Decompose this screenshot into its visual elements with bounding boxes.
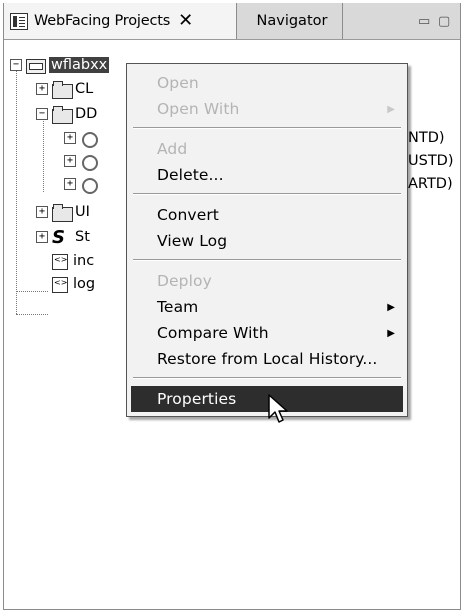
tree-node-label: UI xyxy=(75,204,90,220)
file-icon xyxy=(50,253,70,270)
view-tab-bar: WebFacing Projects ✕ Navigator ▭ ▢ xyxy=(4,3,460,40)
menu-item-label: Open With xyxy=(157,100,240,118)
expand-icon[interactable]: + xyxy=(64,132,76,144)
tree-node-suffix: NTD) xyxy=(408,130,445,146)
tree-line xyxy=(16,66,17,314)
menu-item-restore-from-local-history[interactable]: Restore from Local History... xyxy=(127,346,407,372)
expand-icon[interactable]: + xyxy=(36,231,48,243)
tab-webfacing-projects[interactable]: WebFacing Projects ✕ xyxy=(4,3,237,39)
menu-item-label: Convert xyxy=(157,206,219,224)
menu-item-open-with[interactable]: Open With ▶ xyxy=(127,96,407,122)
submenu-arrow-icon: ▶ xyxy=(387,103,395,115)
tree-node-label: log xyxy=(73,276,96,292)
menu-item-view-log[interactable]: View Log xyxy=(127,228,407,254)
menu-item-label: Properties xyxy=(157,390,237,408)
tree-node-root[interactable]: − wflabxx xyxy=(10,54,110,76)
tree-node-label: DD xyxy=(75,106,98,122)
menu-item-team[interactable]: Team ▶ xyxy=(127,294,407,320)
tree-node-dds-3[interactable]: + xyxy=(64,173,103,195)
tree-node-dds-2[interactable]: + xyxy=(64,150,103,172)
menu-item-convert[interactable]: Convert xyxy=(127,202,407,228)
submenu-arrow-icon: ▶ xyxy=(387,301,395,313)
menu-item-label: Compare With xyxy=(157,324,269,342)
view-icon xyxy=(10,12,28,30)
menu-item-label: Open xyxy=(157,74,199,92)
folder-icon xyxy=(52,80,73,99)
expand-icon[interactable]: + xyxy=(64,155,76,167)
collapse-icon[interactable]: − xyxy=(36,108,48,120)
tree-node-label: wflabxx xyxy=(49,57,110,73)
tree-node-suffix: ARTD) xyxy=(408,176,453,192)
tab-navigator[interactable]: Navigator xyxy=(242,3,343,39)
menu-item-add[interactable]: Add xyxy=(127,136,407,162)
expand-icon[interactable]: + xyxy=(36,83,48,95)
project-icon xyxy=(26,57,46,74)
menu-item-properties[interactable]: Properties xyxy=(131,386,403,412)
close-icon[interactable]: ✕ xyxy=(178,12,193,30)
menu-separator xyxy=(133,193,401,195)
folder-icon xyxy=(52,105,73,124)
menu-item-label: Restore from Local History... xyxy=(157,350,378,368)
collapse-icon[interactable]: − xyxy=(10,59,22,71)
tree-node-suffix: USTD) xyxy=(408,153,454,169)
menu-separator xyxy=(133,127,401,129)
menu-item-delete[interactable]: Delete... xyxy=(127,162,407,188)
menu-item-deploy[interactable]: Deploy xyxy=(127,268,407,294)
tab-label: WebFacing Projects xyxy=(34,13,171,29)
file-icon xyxy=(50,276,70,293)
mouse-pointer-icon xyxy=(268,394,288,423)
tree-line xyxy=(16,314,48,315)
struts-icon: S xyxy=(52,226,65,248)
minimize-icon[interactable]: ▭ xyxy=(418,14,430,29)
tree-line xyxy=(43,116,44,192)
maximize-icon[interactable]: ▢ xyxy=(438,14,450,29)
tree-node-label: St xyxy=(75,229,90,245)
expand-icon[interactable]: + xyxy=(36,206,48,218)
folder-icon xyxy=(52,203,73,222)
tree-node-label: CL xyxy=(75,81,94,97)
menu-separator xyxy=(133,377,401,379)
dds-member-icon xyxy=(80,130,100,148)
tree-node-dds-1[interactable]: + xyxy=(64,127,103,149)
menu-item-label: Deploy xyxy=(157,272,212,290)
expand-icon[interactable]: + xyxy=(64,178,76,190)
menu-item-compare-with[interactable]: Compare With ▶ xyxy=(127,320,407,346)
dds-member-icon xyxy=(80,176,100,194)
tree-node-st[interactable]: + S St xyxy=(36,226,90,248)
webfacing-projects-view: WebFacing Projects ✕ Navigator ▭ ▢ − wfl… xyxy=(3,3,461,610)
menu-separator xyxy=(133,259,401,261)
menu-item-label: Team xyxy=(157,298,199,316)
tree-node-inc[interactable]: inc xyxy=(50,250,94,272)
tree-line xyxy=(16,291,48,292)
dds-member-icon xyxy=(80,153,100,171)
tree-node-label: inc xyxy=(73,253,95,269)
menu-item-open[interactable]: Open xyxy=(127,70,407,96)
menu-item-label: Delete... xyxy=(157,166,224,184)
submenu-arrow-icon: ▶ xyxy=(387,327,395,339)
tree-node-cl[interactable]: + CL xyxy=(36,78,93,100)
menu-item-label: View Log xyxy=(157,232,228,250)
tree-node-ui[interactable]: + UI xyxy=(36,201,90,223)
menu-item-label: Add xyxy=(157,140,188,158)
context-menu: Open Open With ▶ Add Delete... Convert V… xyxy=(126,63,408,417)
tree-node-log[interactable]: log xyxy=(50,273,95,295)
tree-node-dd[interactable]: − DD xyxy=(36,103,97,125)
